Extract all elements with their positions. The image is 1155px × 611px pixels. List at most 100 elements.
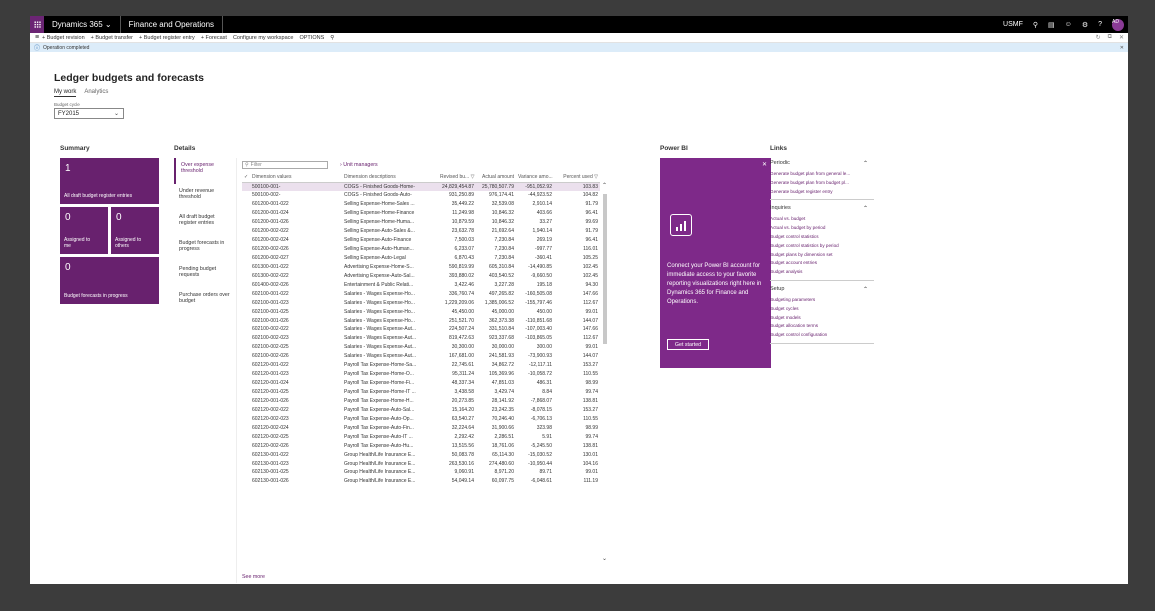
module-name[interactable]: Finance and Operations: [121, 16, 224, 33]
table-row[interactable]: 601200-002-024 Selling Expense-Auto-Finan…: [242, 236, 600, 245]
table-row[interactable]: 602120-002-025 Payroll Tax Expense-Auto-I…: [242, 432, 600, 441]
table-row[interactable]: 601300-002-022 Advertising Expense-Auto-S…: [242, 271, 600, 280]
row-checkbox[interactable]: [242, 379, 250, 388]
row-checkbox[interactable]: [242, 218, 250, 227]
row-checkbox[interactable]: [242, 477, 250, 486]
table-row[interactable]: 602120-001-022 Payroll Tax Expense-Home-S…: [242, 361, 600, 370]
row-checkbox[interactable]: [242, 316, 250, 325]
hamburger-icon[interactable]: ≡: [32, 34, 42, 41]
close-icon[interactable]: ✕: [762, 161, 767, 168]
get-started-button[interactable]: Get started: [667, 339, 709, 350]
table-row[interactable]: 601200-002-022 Selling Expense-Auto-Sales…: [242, 227, 600, 236]
see-more-link[interactable]: See more: [242, 574, 265, 580]
search-icon[interactable]: ⚲: [1033, 21, 1038, 29]
table-row[interactable]: 602120-001-023 Payroll Tax Expense-Home-O…: [242, 370, 600, 379]
table-row[interactable]: 601200-002-026 Selling Expense-Auto-Human…: [242, 245, 600, 254]
table-row[interactable]: 601200-001-024 Selling Expense-Home-Finan…: [242, 209, 600, 218]
link-item[interactable]: Budget plans by dimension set: [770, 251, 874, 260]
row-checkbox[interactable]: [242, 343, 250, 352]
row-checkbox[interactable]: [242, 423, 250, 432]
close-icon[interactable]: ✕: [1119, 34, 1124, 41]
table-row[interactable]: 601400-002-026 Entertainment & Public Rel…: [242, 280, 600, 289]
table-row[interactable]: 601200-001-026 Selling Expense-Home-Huma.…: [242, 218, 600, 227]
budget-revision-button[interactable]: + Budget revision: [42, 35, 85, 41]
table-row[interactable]: 602130-001-025 Group Health/Life Insuranc…: [242, 468, 600, 477]
row-checkbox[interactable]: [242, 397, 250, 406]
row-checkbox[interactable]: [242, 200, 250, 209]
table-row[interactable]: 602100-002-023 Salaries - Wages Expense-A…: [242, 334, 600, 343]
link-item[interactable]: Generate budget register entry: [770, 188, 874, 197]
row-checkbox[interactable]: [242, 325, 250, 334]
app-name[interactable]: Dynamics 365 ⌄: [44, 16, 121, 33]
tile-assigned-to-me[interactable]: 0 Assigned to me: [60, 207, 108, 254]
table-row[interactable]: 602120-002-024 Payroll Tax Expense-Auto-F…: [242, 423, 600, 432]
table-row[interactable]: 601200-002-027 Selling Expense-Auto-Legal…: [242, 254, 600, 263]
grid-scrollbar[interactable]: ⌃ ⌄: [602, 182, 608, 562]
select-all-checkbox[interactable]: ✓: [242, 173, 250, 183]
avatar[interactable]: AD: [1112, 18, 1124, 31]
column-header-percent-used[interactable]: Percent used ▽: [554, 173, 600, 183]
details-menu-pending-budget-requests[interactable]: Pending budget requests: [174, 262, 236, 288]
budget-transfer-button[interactable]: + Budget transfer: [91, 35, 133, 41]
link-item[interactable]: Budget models: [770, 314, 874, 323]
row-checkbox[interactable]: [242, 182, 250, 191]
scroll-up-icon[interactable]: ⌃: [602, 182, 607, 189]
column-header-dimension-descriptions[interactable]: Dimension descriptions: [342, 173, 438, 183]
forecast-button[interactable]: + Forecast: [201, 35, 227, 41]
table-row[interactable]: 602120-001-025 Payroll Tax Expense-Home-I…: [242, 388, 600, 397]
row-checkbox[interactable]: [242, 191, 250, 200]
row-checkbox[interactable]: [242, 370, 250, 379]
table-row[interactable]: 602100-001-025 Salaries - Wages Expense-H…: [242, 307, 600, 316]
link-item[interactable]: Budget control configuration: [770, 331, 874, 340]
column-header-actual-amount[interactable]: Actual amount: [476, 173, 516, 183]
table-row[interactable]: 500100-001- COGS - Finished Goods-Home- 24…: [242, 182, 600, 191]
row-checkbox[interactable]: [242, 262, 250, 271]
link-item[interactable]: Budget cycles: [770, 305, 874, 314]
row-checkbox[interactable]: [242, 450, 250, 459]
row-checkbox[interactable]: [242, 209, 250, 218]
column-header-dimension-values[interactable]: Dimension values: [250, 173, 342, 183]
column-header-variance-amount[interactable]: Variance amo...: [516, 173, 554, 183]
link-item[interactable]: Budgeting parameters: [770, 296, 874, 305]
table-row[interactable]: 602100-002-025 Salaries - Wages Expense-A…: [242, 343, 600, 352]
company-selector[interactable]: USMF: [1003, 21, 1023, 28]
link-item[interactable]: Budget allocation terms: [770, 322, 874, 331]
tile-budget-forecasts-in-progress[interactable]: 0 Budget forecasts in progress: [60, 257, 159, 304]
tab-my-work[interactable]: My work: [54, 89, 77, 97]
budget-register-entry-button[interactable]: + Budget register entry: [139, 35, 195, 41]
action-search-icon[interactable]: ⚲: [330, 35, 334, 41]
link-group-header[interactable]: Inquiries ⌃: [770, 205, 874, 212]
row-checkbox[interactable]: [242, 432, 250, 441]
table-row[interactable]: 602100-001-023 Salaries - Wages Expense-H…: [242, 298, 600, 307]
options-button[interactable]: OPTIONS: [299, 35, 324, 41]
row-checkbox[interactable]: [242, 388, 250, 397]
row-checkbox[interactable]: [242, 271, 250, 280]
row-checkbox[interactable]: [242, 254, 250, 263]
tile-all-draft-budget-register-entries[interactable]: 1 All draft budget register entries: [60, 158, 159, 204]
link-item[interactable]: Budget analysis: [770, 268, 874, 277]
row-checkbox[interactable]: [242, 245, 250, 254]
details-menu-all-draft-entries[interactable]: All draft budget register entries: [174, 210, 236, 236]
row-checkbox[interactable]: [242, 468, 250, 477]
gear-icon[interactable]: ⚙: [1082, 21, 1088, 29]
table-row[interactable]: 602120-001-024 Payroll Tax Expense-Home-F…: [242, 379, 600, 388]
row-checkbox[interactable]: [242, 414, 250, 423]
configure-workspace-button[interactable]: Configure my workspace: [233, 35, 294, 41]
row-checkbox[interactable]: [242, 289, 250, 298]
row-checkbox[interactable]: [242, 459, 250, 468]
link-item[interactable]: Budget control statistics: [770, 233, 874, 242]
scroll-down-icon[interactable]: ⌄: [602, 555, 607, 562]
details-menu-over-expense-threshold[interactable]: Over expense threshold: [174, 158, 236, 184]
table-row[interactable]: 601200-001-022 Selling Expense-Home-Sales…: [242, 200, 600, 209]
table-row[interactable]: 602100-002-026 Salaries - Wages Expense-A…: [242, 352, 600, 361]
unit-managers-link[interactable]: › Unit managers: [340, 162, 378, 168]
message-close-icon[interactable]: ✕: [1120, 45, 1124, 51]
row-checkbox[interactable]: [242, 298, 250, 307]
tile-assigned-to-others[interactable]: 0 Assigned to others: [111, 207, 159, 254]
smiley-icon[interactable]: ☺: [1065, 21, 1072, 28]
row-checkbox[interactable]: [242, 441, 250, 450]
link-group-header[interactable]: Periodic ⌃: [770, 160, 874, 167]
details-menu-under-revenue-threshold[interactable]: Under revenue threshold: [174, 184, 236, 210]
filter-input[interactable]: ⚲ Filter: [242, 160, 328, 169]
details-menu-budget-forecasts[interactable]: Budget forecasts in progress: [174, 236, 236, 262]
